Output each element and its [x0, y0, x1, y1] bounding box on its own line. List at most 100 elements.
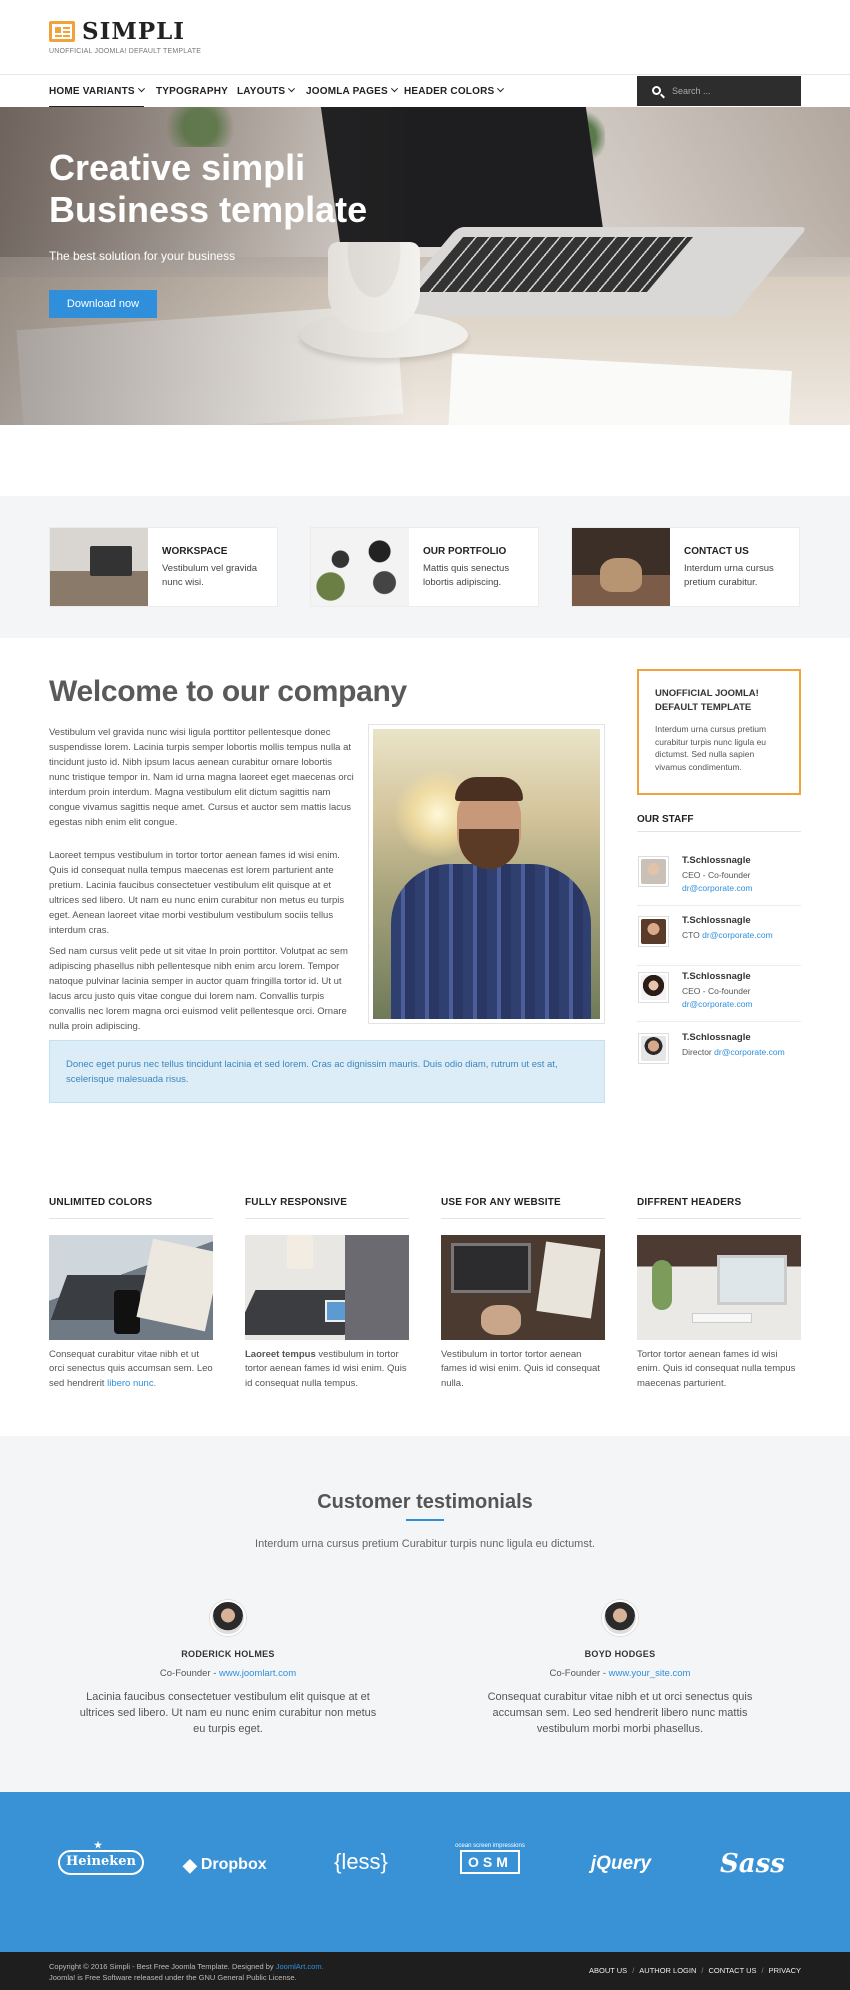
heading-underline	[406, 1519, 444, 1521]
chevron-down-icon	[137, 85, 145, 93]
heineken-wordmark: Heineken	[58, 1850, 144, 1875]
testimonial-name: BOYD HODGES	[584, 1649, 656, 1659]
nav-item-typography[interactable]: TYPOGRAPHY	[156, 75, 228, 108]
nav-item-home-variants[interactable]: HOME VARIANTS	[49, 75, 145, 108]
footer-link-privacy[interactable]: PRIVACY	[769, 1966, 801, 1977]
dropbox-logo[interactable]: ◆ Dropbox	[183, 1852, 279, 1878]
portfolio-image	[311, 528, 409, 606]
hair-shape	[455, 777, 523, 801]
column-image	[441, 1234, 605, 1340]
testimonial-role: Co-Founder - www.your_site.com	[465, 1667, 775, 1681]
hero-title: Creative simpli Business template	[49, 147, 368, 230]
testimonial-quote: Consequat curabitur vitae nibh et ut orc…	[487, 1690, 753, 1735]
chevron-down-icon	[497, 85, 505, 93]
nav-item-layouts[interactable]: LAYOUTS	[237, 75, 296, 108]
notebook-shape	[136, 1238, 213, 1331]
separator: /	[701, 1966, 704, 1975]
phone-shape	[114, 1289, 140, 1334]
body-paragraph: Sed nam cursus velit pede ut sit vitae I…	[49, 946, 348, 1032]
info-callout: Donec eget purus nec tellus tincidunt la…	[49, 1040, 605, 1103]
feature-column: DIFFRENT HEADERS Tortor tortor aenean fa…	[637, 1196, 801, 1391]
feature-card-workspace[interactable]: WORKSPACE Vestibulum vel gravida nunc wi…	[49, 527, 278, 607]
feature-title: CONTACT US	[684, 546, 749, 557]
man-with-dog-image	[373, 729, 600, 1019]
feature-text: Interdum urna cursus pretium curabitur.	[684, 563, 774, 588]
person-shape	[345, 1234, 409, 1340]
sass-logo[interactable]: Sass	[720, 1846, 785, 1884]
staff-item: T.Schlossnagle CTO dr@corporate.com	[637, 910, 801, 966]
footer-link-author-login[interactable]: AUTHOR LOGIN	[639, 1966, 696, 1977]
feature-title: WORKSPACE	[162, 546, 228, 557]
feature-text: Vestibulum vel gravida nunc wisi.	[162, 563, 258, 588]
features-strip: WORKSPACE Vestibulum vel gravida nunc wi…	[0, 496, 850, 638]
main-nav: HOME VARIANTS TYPOGRAPHY LAYOUTS JOOMLA …	[0, 74, 850, 108]
staff-role: Director dr@corporate.com	[682, 1046, 802, 1059]
staff-email-link[interactable]: dr@corporate.com	[682, 999, 753, 1009]
footer-link-about-us[interactable]: ABOUT US	[589, 1966, 627, 1977]
body-paragraph: Laoreet tempus vestibulum in tortor tort…	[49, 850, 345, 936]
staff-item: T.Schlossnagle CEO - Co-founder dr@corpor…	[637, 850, 801, 906]
staff-email-link[interactable]: dr@corporate.com	[702, 930, 773, 940]
osm-logo[interactable]: ocean screen impressions OSM	[448, 1842, 532, 1875]
libero-nunc-link[interactable]: libero nunc.	[107, 1378, 156, 1389]
footer-links: ABOUT US / AUTHOR LOGIN / CONTACT US / PRIV…	[589, 1966, 801, 1977]
feature-column: FULLY RESPONSIVE Laoreet tempus vestibul…	[245, 1196, 409, 1391]
avatar	[638, 1033, 669, 1064]
avatar	[638, 856, 669, 887]
nav-item-label: HOME VARIANTS	[49, 86, 135, 97]
column-title: USE FOR ANY WEBSITE	[441, 1196, 605, 1219]
nav-item-label: HEADER COLORS	[404, 86, 495, 97]
jquery-logo[interactable]: jQuery	[574, 1850, 668, 1878]
nav-item-header-colors[interactable]: HEADER COLORS	[404, 75, 505, 108]
sidebar-box-text: Interdum urna cursus pretium curabitur t…	[655, 724, 767, 772]
less-logo[interactable]: {less}	[329, 1846, 393, 1878]
column-text: Vestibulum in tortor tortor aenean fames…	[441, 1348, 600, 1389]
star-icon: ★	[93, 1840, 103, 1850]
search-input[interactable]: Search ...	[637, 76, 801, 106]
nav-item-joomla-pages[interactable]: JOOMLA PAGES	[306, 75, 398, 108]
monitor-shape	[717, 1254, 787, 1305]
feature-title: OUR PORTFOLIO	[423, 546, 507, 557]
download-button[interactable]: Download now	[49, 290, 157, 318]
hero-keys-image	[416, 237, 694, 292]
testimonial-site-link[interactable]: www.joomlart.com	[219, 1668, 296, 1679]
tagline: UNOFFICIAL JOOMLA! DEFAULT TEMPLATE	[49, 48, 202, 55]
brands-bar: ★ Heineken ◆ Dropbox {less} ocean screen …	[0, 1792, 850, 1952]
staff-email-link[interactable]: dr@corporate.com	[714, 1047, 785, 1057]
cup-shape	[287, 1234, 313, 1269]
column-image	[245, 1234, 409, 1340]
staff-name: T.Schlossnagle	[682, 915, 751, 926]
column-title: FULLY RESPONSIVE	[245, 1196, 409, 1219]
body-paragraph: Vestibulum vel gravida nunc wisi ligula …	[49, 727, 354, 828]
laptop-shape	[90, 546, 132, 576]
osm-wordmark: OSM	[460, 1850, 520, 1875]
staff-email-link[interactable]: dr@corporate.com	[682, 883, 753, 893]
nav-item-label: TYPOGRAPHY	[156, 86, 229, 97]
testimonials-subtitle: Interdum urna cursus pretium Curabitur t…	[255, 1538, 595, 1550]
column-title: UNLIMITED COLORS	[49, 1196, 213, 1219]
testimonials-section: Customer testimonials Interdum urna curs…	[0, 1436, 850, 1792]
feature-card-portfolio[interactable]: OUR PORTFOLIO Mattis quis senectus lobor…	[310, 527, 539, 607]
copyright-text: Copyright © 2016 Simpli - Best Free Joom…	[49, 1962, 276, 1971]
staff-role: CEO - Co-founder dr@corporate.com	[682, 985, 802, 1011]
heineken-logo[interactable]: ★ Heineken	[58, 1840, 144, 1875]
footer-link-contact-us[interactable]: CONTACT US	[708, 1966, 756, 1977]
testimonial-role-text: Co-Founder -	[549, 1668, 609, 1680]
license-text: Joomla! is Free Software released under …	[49, 1973, 297, 1982]
hand-shape	[481, 1304, 521, 1335]
dog-shape	[600, 558, 642, 592]
logo[interactable]: SIMPLI	[49, 20, 185, 43]
column-text: Tortor tortor aenean fames id wisi enim.…	[637, 1348, 796, 1389]
joomlart-link[interactable]: JoomlArt.com.	[276, 1962, 324, 1971]
dropbox-wordmark: Dropbox	[200, 1856, 267, 1874]
feature-column: UNLIMITED COLORS Consequat curabitur vit…	[49, 1196, 213, 1391]
column-text: Laoreet tempus vestibulum in tortor tort…	[245, 1348, 409, 1392]
testimonial-site-link[interactable]: www.your_site.com	[609, 1668, 691, 1679]
staff-role: CTO dr@corporate.com	[682, 929, 802, 942]
testimonials-heading: Customer testimonials	[317, 1491, 533, 1513]
divider	[637, 831, 801, 832]
feature-card-contact[interactable]: CONTACT US Interdum urna cursus pretium …	[571, 527, 800, 607]
site-header: SIMPLI UNOFFICIAL JOOMLA! DEFAULT TEMPLA…	[0, 0, 850, 74]
staff-role-text: CEO - Co-founder	[682, 986, 751, 996]
shirt-shape	[391, 864, 591, 1019]
